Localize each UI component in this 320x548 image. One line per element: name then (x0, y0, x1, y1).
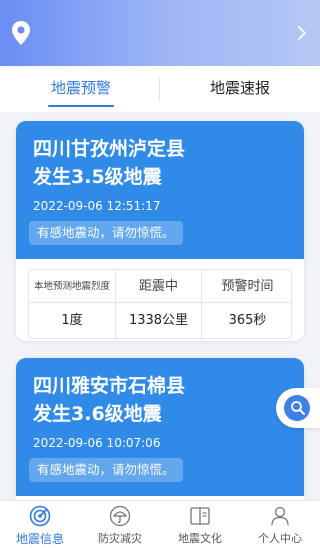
radar-icon (29, 505, 51, 527)
tab-earthquake-report[interactable]: 地震速报 (180, 66, 300, 112)
search-icon (291, 401, 305, 415)
nav-item-earthquake-culture[interactable]: 地震文化 (160, 501, 240, 548)
stats-value: 1度 (61, 313, 83, 328)
nav-label: 地震文化 (178, 532, 222, 545)
earthquake-card[interactable]: 四川雅安市石棉县 发生3.6级地震 2022-09-06 10:07:06 有感… (16, 358, 304, 508)
nav-item-profile[interactable]: 个人中心 (240, 501, 320, 548)
card-header: 四川甘孜州泸定县 发生3.5级地震 2022-09-06 12:51:17 有感… (16, 121, 304, 259)
stats-header: 距震中 (116, 270, 201, 303)
card-title-magnitude: 发生3.5级地震 (33, 166, 162, 188)
stats-value: 365秒 (228, 313, 267, 328)
stats-col-distance: 距震中 1338公里 (115, 270, 201, 340)
person-icon (271, 506, 289, 526)
earthquake-card[interactable]: 四川甘孜州泸定县 发生3.5级地震 2022-09-06 12:51:17 有感… (16, 121, 304, 341)
card-title-magnitude: 发生3.6级地震 (33, 403, 162, 425)
nav-item-disaster-prevention[interactable]: 防灾减灾 (80, 501, 160, 548)
card-title-location: 四川甘孜州泸定县 (33, 138, 186, 160)
umbrella-icon (109, 505, 131, 527)
chevron-right-icon[interactable] (296, 24, 308, 42)
stats-value: 1338公里 (128, 313, 189, 328)
stats-table: 本地预测地震烈度 1度 距震中 1338公里 预警时间 365秒 (28, 269, 293, 340)
search-button[interactable] (276, 388, 320, 428)
tab-bar: 地震预警 地震速报 (0, 66, 320, 112)
top-header (0, 0, 320, 66)
location-pin-icon[interactable] (11, 20, 31, 46)
stats-col-intensity: 本地预测地震烈度 1度 (29, 270, 115, 340)
nav-label: 防灾减灾 (98, 532, 142, 545)
nav-label: 个人中心 (258, 532, 302, 545)
stats-header: 本地预测地震烈度 (29, 270, 115, 303)
nav-label: 地震信息 (15, 532, 64, 546)
book-icon (190, 507, 210, 525)
tab-divider (159, 78, 160, 100)
card-tip: 有感地震动，请勿惊慌。 (29, 458, 183, 482)
stats-col-warning-time: 预警时间 365秒 (201, 270, 293, 340)
card-title-location: 四川雅安市石棉县 (33, 375, 186, 397)
card-title: 四川雅安市石棉县 发生3.6级地震 (33, 372, 293, 428)
card-title: 四川甘孜州泸定县 发生3.5级地震 (33, 135, 293, 191)
card-time: 2022-09-06 12:51:17 (33, 199, 161, 213)
card-time: 2022-09-06 10:07:06 (33, 436, 161, 450)
nav-item-earthquake-info[interactable]: 地震信息 (0, 501, 80, 548)
active-tab-indicator (48, 105, 114, 107)
stats-header: 预警时间 (202, 270, 293, 303)
card-tip: 有感地震动，请勿惊慌。 (29, 221, 183, 245)
bottom-nav: 地震信息 防灾减灾 地震文化 个人中心 (0, 500, 320, 548)
card-header: 四川雅安市石棉县 发生3.6级地震 2022-09-06 10:07:06 有感… (16, 358, 304, 496)
